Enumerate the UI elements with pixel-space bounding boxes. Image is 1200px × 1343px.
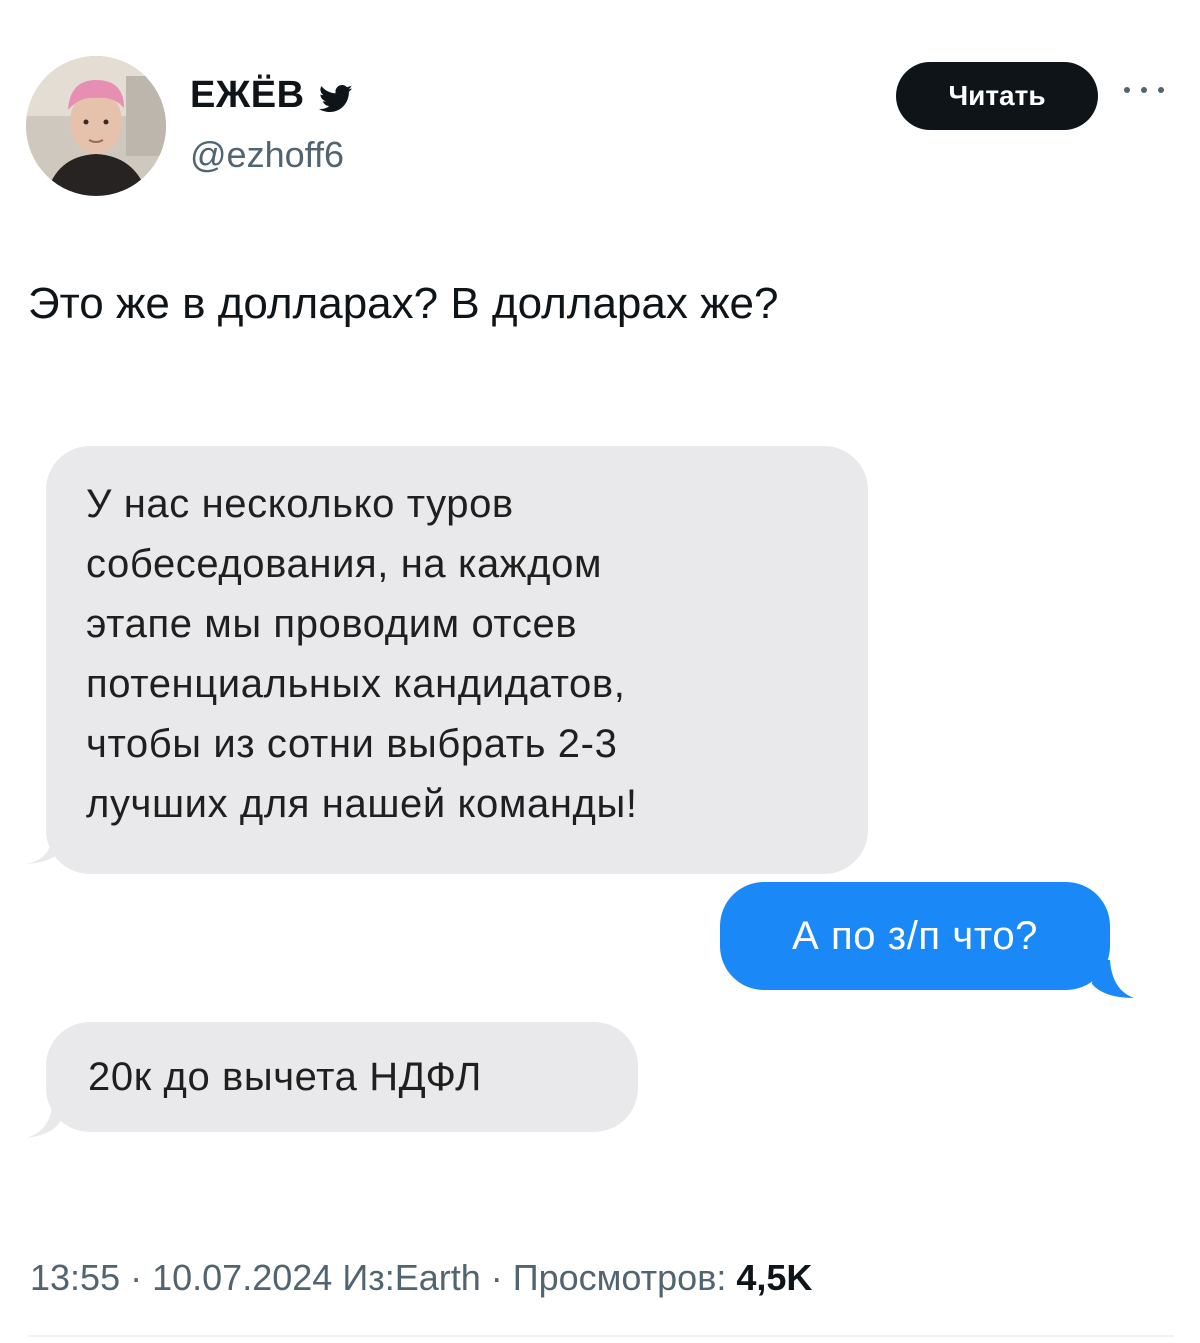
twitter-bird-icon [318, 81, 353, 112]
message-line: У нас несколько туров [86, 482, 514, 526]
more-dot [1158, 87, 1164, 93]
divider [28, 1335, 1174, 1337]
outgoing-message-bubble: А по з/п что? [720, 882, 1110, 990]
tweet-time[interactable]: 13:55 [30, 1257, 120, 1298]
more-dot [1141, 87, 1147, 93]
incoming-message-bubble: У нас несколько туров собеседования, на … [46, 446, 868, 874]
chat-screenshot-image[interactable]: У нас несколько туров собеседования, на … [0, 430, 1200, 1150]
message-text: А по з/п что? [791, 914, 1039, 958]
separator-dot: · [490, 1257, 513, 1298]
more-dot [1124, 87, 1130, 93]
message-line: потенциальных кандидатов, [86, 662, 626, 706]
message-text: 20к до вычета НДФЛ [88, 1055, 483, 1099]
incoming-message-bubble: 20к до вычета НДФЛ [46, 1022, 638, 1132]
message-line: чтобы из сотни выбрать 2-3 [86, 722, 618, 766]
author-handle[interactable]: @ezhoff6 [190, 134, 344, 176]
author-display-name[interactable]: ЕЖЁВ [190, 74, 305, 117]
tweet-text: Это же в долларах? В долларах же? [28, 279, 779, 328]
tweet-metadata: 13:55 · 10.07.2024 Из:Earth · Просмотров… [30, 1257, 812, 1299]
separator-dot: · [130, 1257, 153, 1298]
avatar[interactable] [26, 56, 166, 196]
tweet-date[interactable]: 10.07.2024 [152, 1257, 332, 1298]
message-line: этапе мы проводим отсев [86, 602, 578, 646]
author-name-row[interactable]: ЕЖЁВ [190, 74, 353, 117]
avatar-photo [26, 56, 166, 196]
follow-button[interactable]: Читать [896, 62, 1098, 130]
views-label: Просмотров: [512, 1257, 727, 1298]
message-line: лучших для нашей команды! [86, 782, 638, 826]
tweet-source: Из:Earth [342, 1257, 481, 1298]
message-line: собеседования, на каждом [86, 542, 603, 586]
more-horizontal-icon[interactable] [1124, 82, 1164, 98]
views-count[interactable]: 4,5K [736, 1257, 812, 1298]
